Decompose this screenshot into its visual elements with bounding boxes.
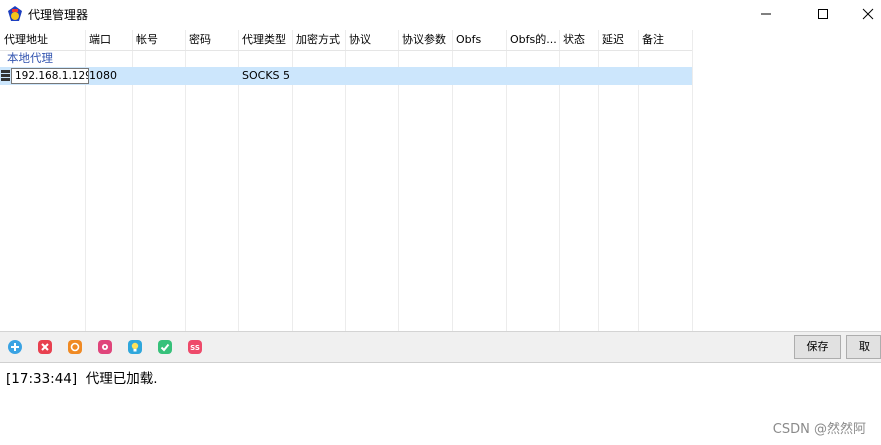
proxy-grid[interactable]: 代理地址 端口 帐号 密码 代理类型 加密方式 协议 协议参数 Obfs Obf…: [0, 30, 881, 331]
column-header-type[interactable]: 代理类型: [238, 30, 291, 50]
status-cell: [559, 67, 563, 85]
server-icon: [1, 70, 10, 81]
log-message: 代理已加载.: [85, 371, 158, 387]
svg-text:SS: SS: [190, 344, 200, 352]
check-icon[interactable]: [157, 339, 173, 355]
protocol-params-cell: [398, 67, 402, 85]
maximize-icon: [818, 9, 828, 19]
type-cell: SOCKS 5: [242, 69, 291, 82]
log-line: [17:33:44] 代理已加载.: [6, 367, 158, 387]
app-icon: [8, 6, 22, 21]
address-edit-field[interactable]: 192.168.1.129: [11, 68, 89, 84]
close-icon: [862, 8, 874, 20]
column-header-account[interactable]: 帐号: [132, 30, 184, 50]
minimize-icon: [761, 13, 771, 15]
watermark: CSDN @然然阿: [772, 422, 866, 437]
settings-icon[interactable]: [97, 339, 113, 355]
table-row[interactable]: 192.168.1.129 1080 SOCKS 5: [0, 67, 692, 85]
account-cell: [132, 67, 136, 85]
note-cell: [638, 67, 642, 85]
protocol-cell: [345, 67, 349, 85]
log-time: [17:33:44]: [6, 371, 78, 387]
column-header-latency[interactable]: 延迟: [598, 30, 637, 50]
add-icon[interactable]: [7, 339, 23, 355]
toolbar: SS 保存 取消: [0, 331, 881, 362]
ss-icon[interactable]: SS: [187, 339, 203, 355]
group-label[interactable]: 本地代理: [7, 50, 53, 66]
column-header-protocol-params[interactable]: 协议参数: [398, 30, 451, 50]
refresh-icon[interactable]: [67, 339, 83, 355]
port-cell: 1080: [89, 69, 117, 82]
column-header-status[interactable]: 状态: [559, 30, 597, 50]
bulb-icon[interactable]: [127, 339, 143, 355]
save-button[interactable]: 保存: [794, 335, 841, 359]
latency-cell: [598, 67, 602, 85]
window-title: 代理管理器: [28, 8, 89, 22]
column-header-obfs[interactable]: Obfs: [452, 30, 505, 50]
minimize-button[interactable]: [743, 0, 789, 28]
column-header-encryption[interactable]: 加密方式: [292, 30, 344, 50]
column-header-note[interactable]: 备注: [638, 30, 691, 50]
delete-icon[interactable]: [37, 339, 53, 355]
close-button[interactable]: [845, 0, 881, 28]
column-header-obfs-param[interactable]: Obfs的...: [506, 30, 558, 50]
title-bar: 代理管理器: [0, 0, 881, 28]
column-header-address[interactable]: 代理地址: [0, 30, 84, 50]
cancel-button[interactable]: 取消: [846, 335, 881, 359]
log-panel: [17:33:44] 代理已加载. CSDN @然然阿: [0, 362, 881, 445]
obfs-param-cell: [506, 67, 510, 85]
column-header-protocol[interactable]: 协议: [345, 30, 397, 50]
encryption-cell: [292, 67, 296, 85]
column-header-password[interactable]: 密码: [185, 30, 237, 50]
maximize-button[interactable]: [800, 0, 846, 28]
obfs-cell: [452, 67, 456, 85]
password-cell: [185, 67, 189, 85]
column-header-port[interactable]: 端口: [85, 30, 131, 50]
